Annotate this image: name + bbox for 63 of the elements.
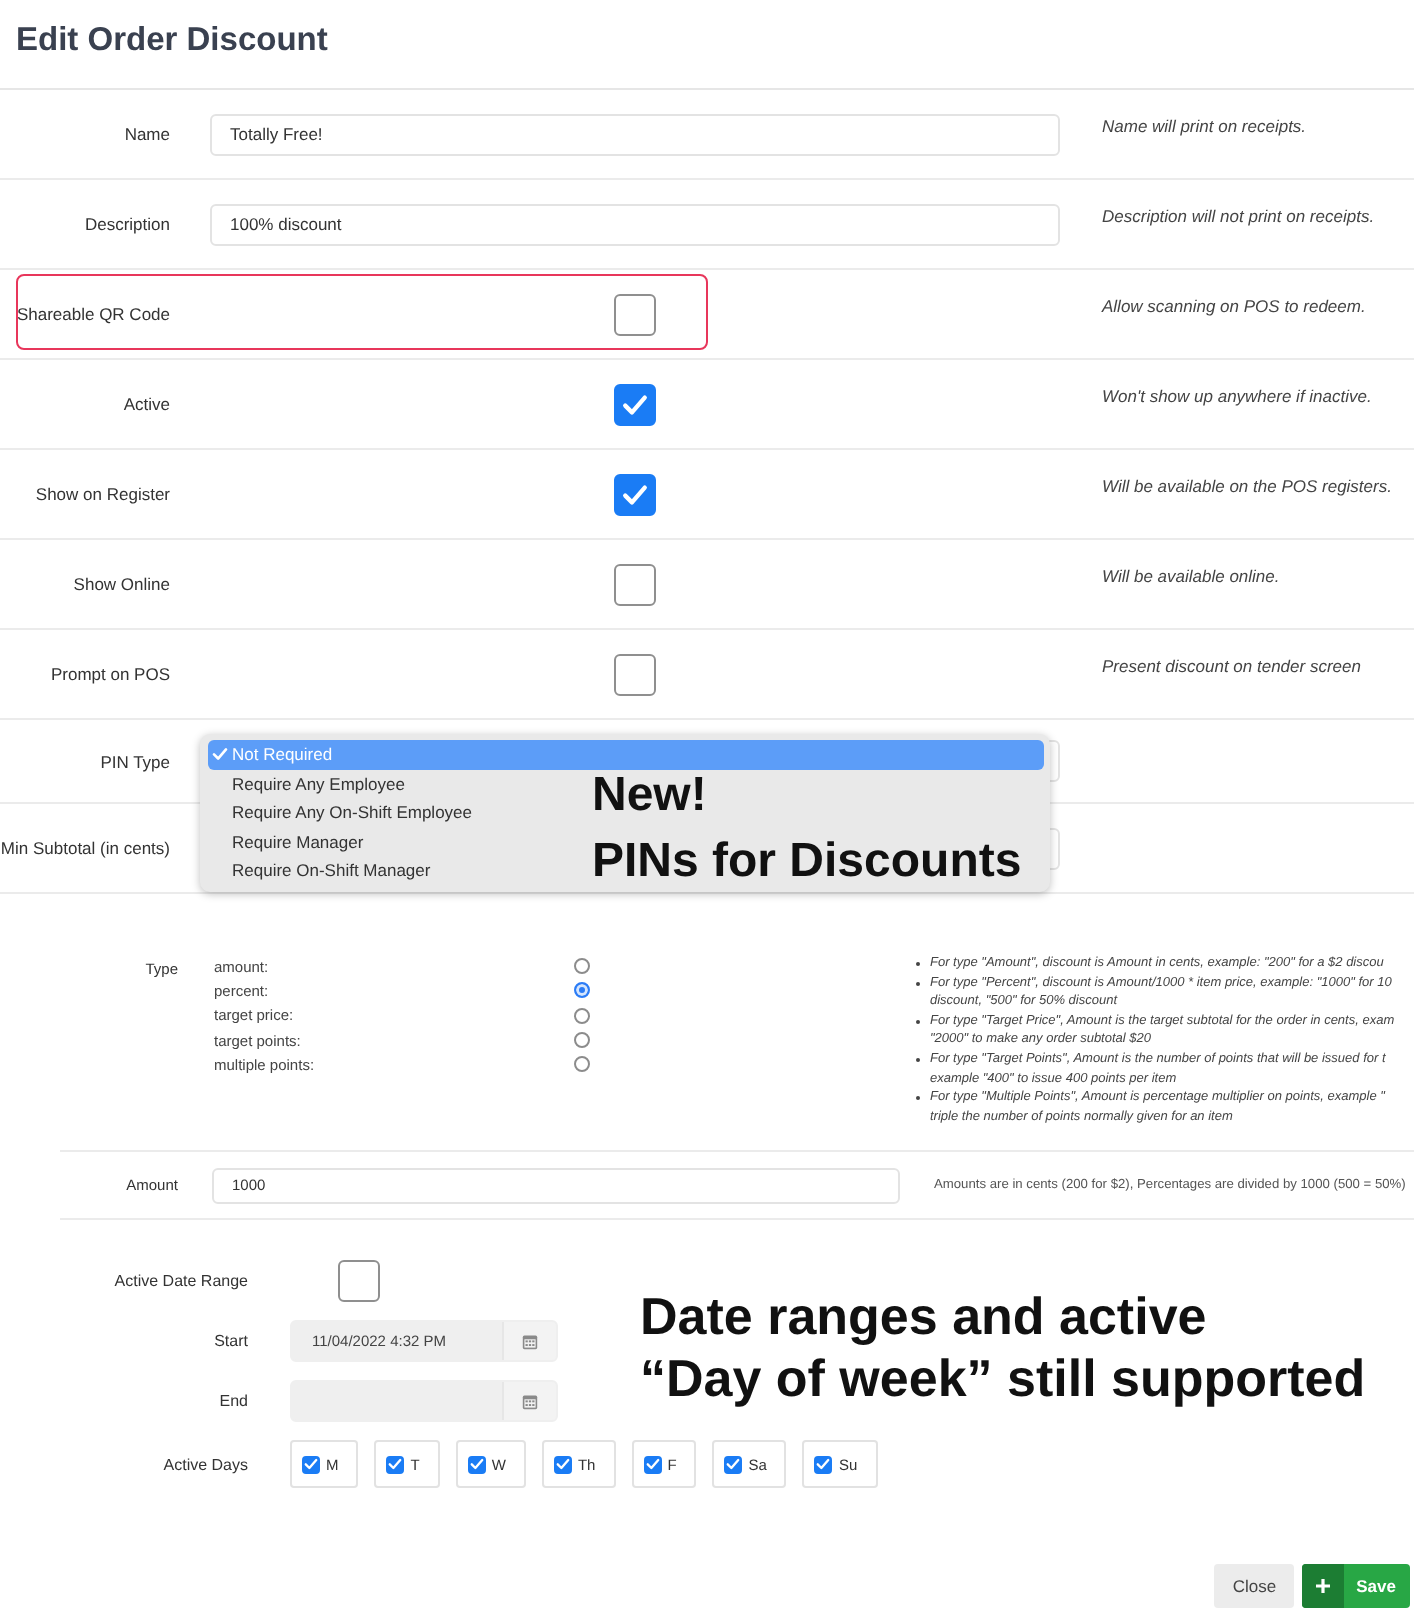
checkbox[interactable] <box>614 473 656 515</box>
radio-button[interactable] <box>574 1032 590 1049</box>
field-label: Start <box>212 1332 248 1350</box>
field-label: End <box>217 1392 248 1410</box>
radio-button[interactable] <box>574 958 590 975</box>
menu-item[interactable]: Require Manager <box>208 827 370 856</box>
field-label: Description <box>82 214 170 234</box>
field-label: PIN Type <box>98 751 170 771</box>
annotation-text: New! <box>592 772 707 820</box>
checkmark-icon <box>212 746 228 763</box>
annotation-text: Date ranges and active <box>640 1286 1207 1348</box>
dialog-title: Edit Order Discount <box>16 22 328 60</box>
field-label: Show on Register <box>33 484 170 504</box>
checkbox[interactable] <box>614 383 656 425</box>
checkbox[interactable] <box>467 1455 486 1473</box>
checkmark-icon <box>555 1456 570 1472</box>
checkmark-icon <box>816 1456 831 1472</box>
annotation-text: PINs for Discounts <box>592 838 1022 886</box>
checkmark-icon <box>726 1456 741 1472</box>
calendar-icon <box>522 1333 538 1349</box>
radio-button[interactable] <box>574 1056 590 1073</box>
field-label: Name <box>122 124 170 144</box>
menu-item[interactable]: Require On-Shift Manager <box>208 856 437 885</box>
field-label: Active <box>121 394 170 414</box>
field-label: Active Date Range <box>112 1272 248 1290</box>
help-text: Will be available on the POS registers. <box>1100 476 1394 496</box>
field-label: Active Days <box>161 1455 248 1473</box>
checkmark-icon <box>622 481 648 507</box>
checkbox[interactable] <box>614 563 656 605</box>
help-text: Present discount on tender screen <box>1100 656 1363 676</box>
plus-icon <box>1302 1564 1345 1608</box>
help-text: Allow scanning on POS to redeem. <box>1100 296 1368 316</box>
checkbox[interactable] <box>302 1455 320 1473</box>
checkbox[interactable] <box>386 1455 405 1473</box>
menu-item[interactable]: Require Any On-Shift Employee <box>208 798 479 827</box>
help-text: Will be available online. <box>1100 566 1282 586</box>
help-text: Name will print on receipts. <box>1100 116 1309 136</box>
radio-button[interactable] <box>574 982 590 999</box>
checkbox[interactable] <box>553 1455 572 1473</box>
field-label: Min Subtotal (in cents) <box>0 838 170 858</box>
checkmark-icon <box>622 391 648 417</box>
radio-button[interactable] <box>574 1007 590 1024</box>
checkbox[interactable] <box>338 1260 380 1302</box>
checkbox[interactable] <box>814 1455 833 1473</box>
field-label: Shareable QR Code <box>14 304 170 324</box>
input-field[interactable]: 100% discount <box>210 203 1060 245</box>
checkmark-icon <box>469 1456 484 1472</box>
calendar-icon <box>522 1393 538 1409</box>
field-label: Prompt on POS <box>48 664 170 684</box>
input-field[interactable]: Totally Free! <box>210 113 1060 155</box>
field-label: Show Online <box>71 574 170 594</box>
checkbox[interactable] <box>614 653 656 695</box>
checkmark-icon <box>645 1456 660 1472</box>
checkbox[interactable] <box>614 293 656 335</box>
menu-item[interactable]: Require Any Employee <box>208 769 411 798</box>
checkmark-icon <box>304 1456 318 1472</box>
checkmark-icon <box>388 1456 403 1472</box>
help-text: Description will not print on receipts. <box>1100 206 1377 226</box>
close-button[interactable]: Close <box>1214 1564 1295 1608</box>
checkbox[interactable] <box>724 1455 743 1473</box>
checkbox[interactable] <box>643 1455 662 1473</box>
help-text: Won't show up anywhere if inactive. <box>1100 386 1374 406</box>
annotation-text: “Day of week” still supported <box>640 1348 1366 1410</box>
